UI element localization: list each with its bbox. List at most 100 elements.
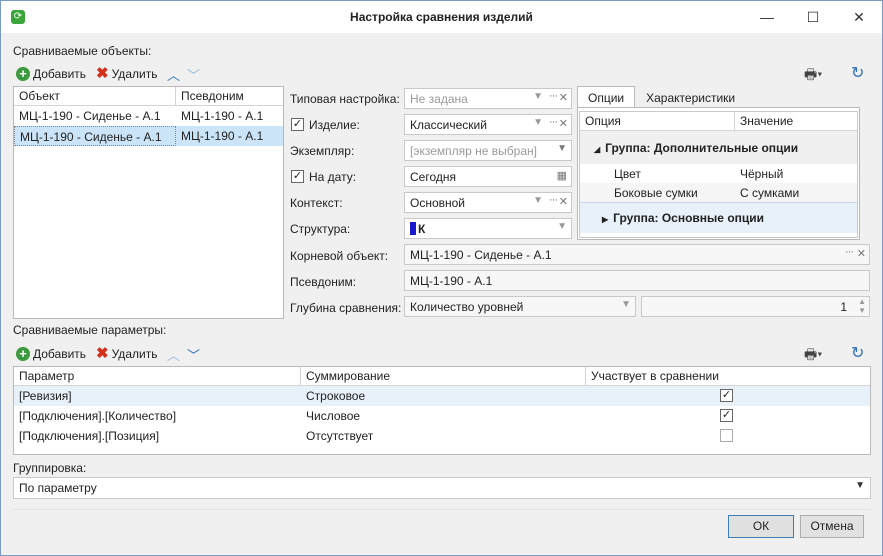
depth-value: 1 <box>840 300 847 314</box>
column-option[interactable]: Опция <box>580 112 735 130</box>
column-alias[interactable]: Псевдоним <box>176 87 283 105</box>
move-down-icon[interactable]: ﹀ <box>185 345 201 364</box>
add-icon: + <box>16 347 30 361</box>
params-grid: Параметр Суммирование Участвует в сравне… <box>13 366 871 455</box>
column-param[interactable]: Параметр <box>14 367 301 385</box>
date-value: Сегодня <box>410 170 456 184</box>
ok-button[interactable]: ОК <box>728 515 794 538</box>
add-label: Добавить <box>33 347 87 361</box>
table-row[interactable]: [Подключения].[Позиция] Отсутствует <box>14 426 870 446</box>
product-checkbox[interactable]: ✓ <box>291 118 304 131</box>
context-value: Основной <box>410 196 466 210</box>
root-label: Корневой объект: <box>290 249 389 263</box>
table-row[interactable]: МЦ-1-190 - Сиденье - А.1 МЦ-1-190 - А.1 <box>14 126 283 146</box>
column-participates[interactable]: Участвует в сравнении <box>586 367 870 385</box>
depth-stepper[interactable]: 1 ▲ ▼ <box>641 296 870 317</box>
dropdown-icon: ▼ <box>533 117 543 128</box>
delete-object-button[interactable]: ✖ Удалить <box>96 65 158 82</box>
objects-label: Сравниваемые объекты: <box>13 44 152 58</box>
depth-mode-select[interactable]: Количество уровней ▼ <box>404 296 636 317</box>
refresh-icon[interactable]: ↻ <box>851 63 864 83</box>
context-select[interactable]: Основной ▼ ··· ✕ <box>404 192 572 213</box>
cell-alias: МЦ-1-190 - А.1 <box>181 129 264 143</box>
maximize-icon[interactable]: ☐ <box>790 1 836 33</box>
participates-checkbox[interactable]: ✓ <box>720 389 733 402</box>
alias-field[interactable]: МЦ-1-190 - А.1 <box>404 270 870 291</box>
product-value: Классический <box>410 118 487 132</box>
grouping-label: Группировка: <box>13 461 87 475</box>
delete-label: Удалить <box>111 347 158 361</box>
cell-alias: МЦ-1-190 - А.1 <box>181 109 264 123</box>
clear-icon: ✕ <box>856 248 866 260</box>
date-field[interactable]: Сегодня ▦ <box>404 166 572 187</box>
dropdown-icon: ▼ <box>557 221 567 232</box>
clear-icon: ✕ <box>558 92 568 104</box>
column-value[interactable]: Значение <box>735 112 857 130</box>
close-icon[interactable]: ✕ <box>836 1 882 33</box>
move-up-icon[interactable]: ︿ <box>165 345 181 364</box>
dropdown-icon: ▼ <box>557 143 567 154</box>
grouping-value: По параметру <box>19 481 97 495</box>
add-object-button[interactable]: + Добавить <box>16 67 86 81</box>
delete-icon: ✖ <box>96 65 109 82</box>
tab-options[interactable]: Опции <box>577 86 636 108</box>
tab-characteristics[interactable]: Характеристики <box>635 86 746 108</box>
delete-icon: ✖ <box>96 345 109 362</box>
list-item[interactable]: Цвет Чёрный <box>580 164 857 183</box>
structure-color-swatch <box>410 222 416 235</box>
date-label: На дату: <box>309 170 357 184</box>
delete-label: Удалить <box>111 67 158 81</box>
group-row[interactable]: ▶ Группа: Основные опции <box>580 202 857 233</box>
instance-value: [экземпляр не выбран] <box>410 144 537 158</box>
cancel-button[interactable]: Отмена <box>800 515 864 538</box>
print-icon[interactable]: 🖶▾ <box>804 64 822 88</box>
depth-mode-value: Количество уровней <box>410 300 524 314</box>
option-name: Цвет <box>614 167 641 181</box>
calendar-icon[interactable]: ▦ <box>557 169 567 182</box>
expanded-icon: ◢ <box>594 145 601 154</box>
column-object[interactable]: Объект <box>14 87 176 105</box>
group-label: Группа: Основные опции <box>613 211 765 225</box>
dropdown-icon: ▼ <box>855 480 865 491</box>
title-bar: ⟳ Настройка сравнения изделий — ☐ ✕ <box>1 1 882 33</box>
group-label: Группа: Дополнительные опции <box>605 141 799 155</box>
root-value: МЦ-1-190 - Сиденье - А.1 <box>410 248 552 262</box>
move-up-icon[interactable]: ︿ <box>165 65 181 84</box>
table-row[interactable]: МЦ-1-190 - Сиденье - А.1 МЦ-1-190 - А.1 <box>14 106 283 126</box>
add-label: Добавить <box>33 67 87 81</box>
instance-select[interactable]: [экземпляр не выбран] ▼ <box>404 140 572 161</box>
cell-param: [Подключения].[Позиция] <box>19 429 160 443</box>
structure-select[interactable]: К ▼ <box>404 218 572 239</box>
participates-checkbox[interactable]: ✓ <box>720 409 733 422</box>
table-row[interactable]: [Подключения].[Количество] Числовое ✓ <box>14 406 870 426</box>
delete-param-button[interactable]: ✖ Удалить <box>96 345 158 362</box>
column-sum[interactable]: Суммирование <box>301 367 586 385</box>
grouping-select[interactable]: По параметру ▼ <box>13 477 871 499</box>
spin-icon[interactable]: ▲ ▼ <box>858 297 866 315</box>
structure-label: Структура: <box>290 222 351 236</box>
options-panel: Опция Значение ◢ Группа: Дополнительные о… <box>577 107 860 240</box>
participates-checkbox[interactable] <box>720 429 733 442</box>
minimize-icon[interactable]: — <box>744 1 790 33</box>
refresh-icon[interactable]: ↻ <box>851 343 864 363</box>
print-icon[interactable]: 🖶▾ <box>804 344 822 368</box>
date-checkbox[interactable]: ✓ <box>291 170 304 183</box>
root-field[interactable]: МЦ-1-190 - Сиденье - А.1 ··· ✕ <box>404 244 870 265</box>
add-param-button[interactable]: + Добавить <box>16 347 86 361</box>
move-down-icon[interactable]: ﹀ <box>185 65 201 84</box>
cell-sum: Строковое <box>306 389 366 403</box>
clear-icon: ✕ <box>558 118 568 130</box>
cell-param: [Подключения].[Количество] <box>19 409 177 423</box>
cell-sum: Отсутствует <box>306 429 374 443</box>
dropdown-icon: ▼ <box>533 91 543 102</box>
ellipsis-icon: ··· <box>549 116 558 128</box>
divider <box>13 509 871 510</box>
group-row[interactable]: ◢ Группа: Дополнительные опции <box>580 131 857 164</box>
instance-label: Экземпляр: <box>290 144 355 158</box>
typical-select[interactable]: Не задана ▼ ··· ✕ <box>404 88 572 109</box>
cell-param: [Ревизия] <box>19 389 72 403</box>
table-row[interactable]: [Ревизия] Строковое ✓ <box>14 386 870 406</box>
list-item[interactable]: Боковые сумки С сумками <box>580 183 857 202</box>
product-select[interactable]: Классический ▼ ··· ✕ <box>404 114 572 135</box>
context-label: Контекст: <box>290 196 343 210</box>
